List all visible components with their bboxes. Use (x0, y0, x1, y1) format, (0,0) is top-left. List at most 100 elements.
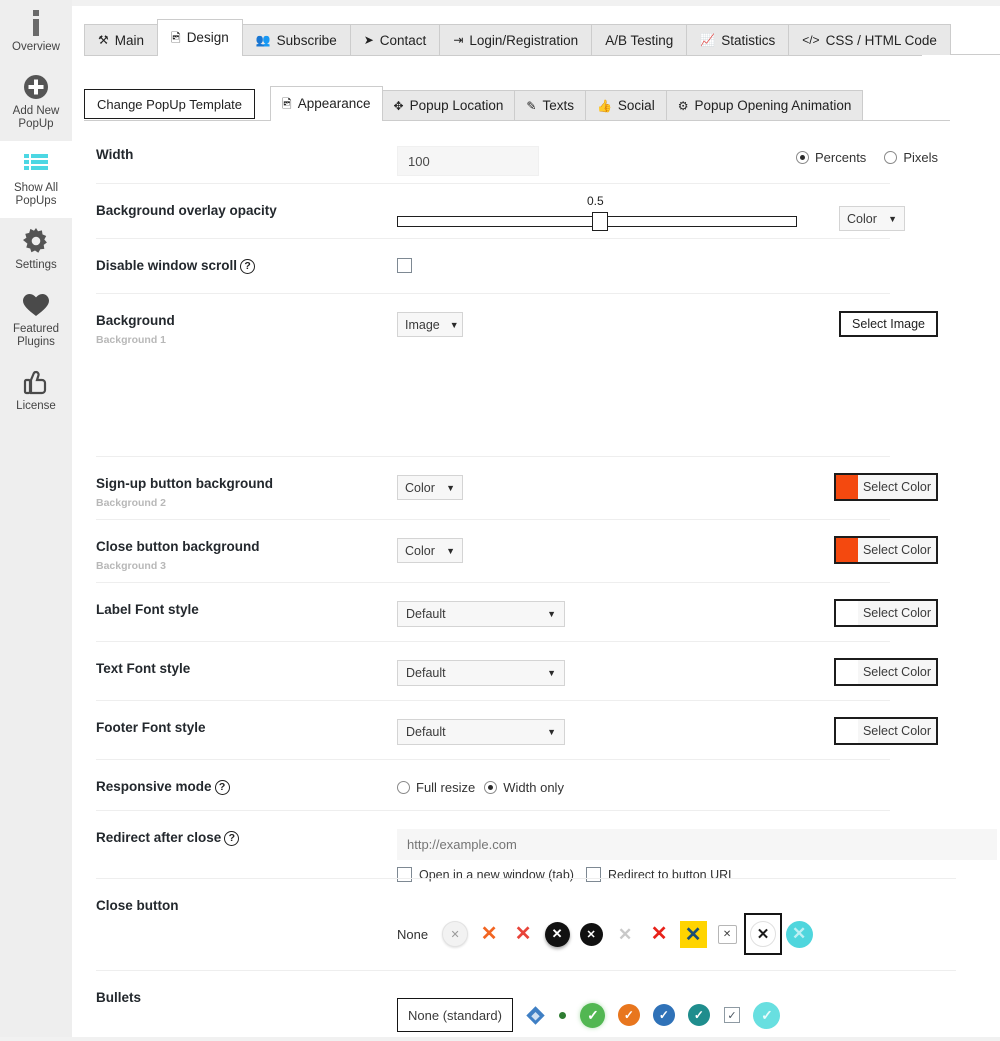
bullet-green-dot-icon[interactable] (556, 998, 570, 1032)
bullet-blue-diamond-icon[interactable] (525, 998, 547, 1032)
paper-plane-icon: ➤ (364, 34, 374, 46)
chart-line-icon: 📈 (700, 34, 715, 46)
subtab-appearance[interactable]: 🖻 Appearance (270, 86, 382, 120)
chevron-down-icon: ▼ (547, 668, 556, 678)
bullets-none-standard-option[interactable]: None (standard) (397, 998, 513, 1032)
radio-dot-icon (884, 151, 897, 164)
bullet-cyan-check-circle-icon[interactable]: ✓ (752, 998, 782, 1032)
row-redirect-after-close: Redirect after close? Open in a new wind… (72, 811, 1000, 879)
row-background-overlay-opacity: Background overlay opacity 0.5 Color ▼ (72, 184, 1000, 239)
row-control: Color ▼ Select Color (397, 475, 1000, 500)
bullet-blue-check-circle-icon[interactable]: ✓ (651, 998, 677, 1032)
subtab-popup-opening-animation[interactable]: ⚙ Popup Opening Animation (666, 90, 864, 120)
radio-full-resize[interactable]: Full resize (397, 780, 475, 795)
bullet-teal-check-circle-icon[interactable]: ✓ (686, 998, 712, 1032)
close-cyan-circle-x-icon[interactable]: ✕ (782, 917, 816, 951)
tab-label: Design (187, 30, 229, 45)
color-swatch (836, 719, 858, 743)
disable-window-scroll-checkbox[interactable] (397, 258, 412, 273)
list-icon (2, 149, 70, 179)
gear-icon: ⚙ (678, 100, 689, 112)
row-label-text: Sign-up button background (96, 476, 273, 491)
width-input[interactable]: 100 (397, 146, 539, 176)
slider-handle[interactable] (592, 212, 608, 231)
row-label-text: Responsive mode (96, 779, 212, 794)
overlay-opacity-slider[interactable]: 0.5 (397, 206, 797, 230)
tab-login-registration[interactable]: ⇥ Login/Registration (439, 24, 592, 55)
help-icon[interactable]: ? (224, 831, 239, 846)
change-popup-template-button[interactable]: Change PopUp Template (84, 89, 255, 119)
row-label: Responsive mode? (72, 778, 397, 795)
close-boxed-x-icon[interactable]: ✕ (710, 917, 744, 951)
close-orange-x-icon[interactable]: ✕ (472, 917, 506, 951)
tab-label: Subscribe (277, 33, 337, 48)
background-type-select[interactable]: Image ▼ (397, 312, 463, 337)
redirect-url-input[interactable] (397, 829, 997, 860)
close-black-circle-x-shadow-icon[interactable]: ✕ (540, 917, 574, 951)
signup-color-button-wrap: Select Color (834, 473, 938, 504)
close-black-circle-x-flat-icon[interactable]: ✕ (574, 917, 608, 951)
label-font-select[interactable]: Default ▼ (397, 601, 565, 627)
row-control: Open in a new window (tab) Redirect to b… (397, 829, 1000, 882)
bullet-orange-check-circle-icon[interactable]: ✓ (616, 998, 642, 1032)
move-icon: ✥ (394, 100, 404, 112)
radio-pixels[interactable]: Pixels (884, 150, 938, 165)
text-font-select-color-button[interactable]: Select Color (834, 658, 938, 686)
heart-icon (2, 290, 70, 320)
signup-bg-type-select[interactable]: Color ▼ (397, 475, 463, 500)
bullet-checkbox-icon[interactable]: ✓ (721, 998, 743, 1032)
sidebar-item-featured-plugins[interactable]: Featured Plugins (0, 282, 72, 359)
overlay-type-select[interactable]: Color ▼ (839, 206, 905, 231)
radio-label: Percents (815, 150, 866, 165)
tab-statistics[interactable]: 📈 Statistics (686, 24, 789, 55)
help-icon[interactable]: ? (240, 259, 255, 274)
select-image-button[interactable]: Select Image (839, 311, 938, 337)
select-color-label: Select Color (858, 538, 936, 562)
row-label: Close button background Background 3 (72, 538, 397, 575)
radio-width-only[interactable]: Width only (484, 780, 564, 795)
sidebar-item-overview[interactable]: Overview (0, 0, 72, 64)
close-light-gray-x-icon[interactable]: ✕ (608, 917, 642, 951)
close-bg-type-select[interactable]: Color ▼ (397, 538, 463, 563)
select-value: Color (405, 481, 435, 495)
radio-percents[interactable]: Percents (796, 150, 866, 165)
bullet-green-check-circle-icon[interactable]: ✓ (579, 998, 607, 1032)
help-icon[interactable]: ? (215, 780, 230, 795)
tab-contact[interactable]: ➤ Contact (350, 24, 441, 55)
row-label: Label Font style (72, 601, 397, 618)
row-label-text: Disable window scroll (96, 258, 237, 273)
subtab-social[interactable]: 👍 Social (585, 90, 667, 120)
tab-subscribe[interactable]: 👥 Subscribe (242, 24, 351, 55)
tab-ab-testing[interactable]: A/B Testing (591, 24, 687, 55)
row-control: 0.5 Color ▼ (397, 202, 1000, 230)
close-red-x-icon[interactable]: ✕ (506, 917, 540, 951)
close-gray-circle-x-icon[interactable]: ✕ (438, 917, 472, 951)
close-yellow-square-x-icon[interactable]: ✕ (676, 917, 710, 951)
close-bright-red-x-icon[interactable]: ✕ (642, 917, 676, 951)
footer-font-select-color-button[interactable]: Select Color (834, 717, 938, 745)
tab-main[interactable]: ⚒ Main (84, 24, 158, 55)
close-select-color-button[interactable]: Select Color (834, 536, 938, 564)
row-control: Default ▼ Select Color (397, 719, 1000, 745)
sidebar-item-add-new-popup[interactable]: Add New PopUp (0, 64, 72, 141)
gear-icon (2, 226, 70, 256)
tab-design[interactable]: 🖻 Design (157, 19, 243, 55)
subtab-label: Social (618, 98, 655, 113)
sidebar-item-settings[interactable]: Settings (0, 218, 72, 282)
signup-select-color-button[interactable]: Select Color (834, 473, 938, 501)
subtab-popup-location[interactable]: ✥ Popup Location (382, 90, 516, 120)
row-control: None (standard) ✓ ✓ ✓ (397, 989, 1000, 1032)
text-font-select[interactable]: Default ▼ (397, 660, 565, 686)
close-white-circle-x-icon[interactable]: ✕ (744, 913, 782, 955)
row-responsive-mode: Responsive mode? Full resize Width only (72, 760, 1000, 811)
sidebar-item-show-all-popups[interactable]: Show All PopUps (0, 141, 72, 218)
sidebar-item-license[interactable]: License (0, 359, 72, 423)
row-control: None ✕ ✕ ✕ ✕ ✕ (397, 897, 1000, 955)
subtab-texts[interactable]: ✎ Texts (514, 90, 586, 120)
label-font-select-color-button[interactable]: Select Color (834, 599, 938, 627)
close-button-none-option[interactable]: None (397, 927, 428, 942)
tab-css-html-code[interactable]: </> CSS / HTML Code (788, 24, 951, 55)
image-icon: 🖻 (171, 32, 181, 44)
footer-font-select[interactable]: Default ▼ (397, 719, 565, 745)
code-icon: </> (802, 34, 819, 46)
